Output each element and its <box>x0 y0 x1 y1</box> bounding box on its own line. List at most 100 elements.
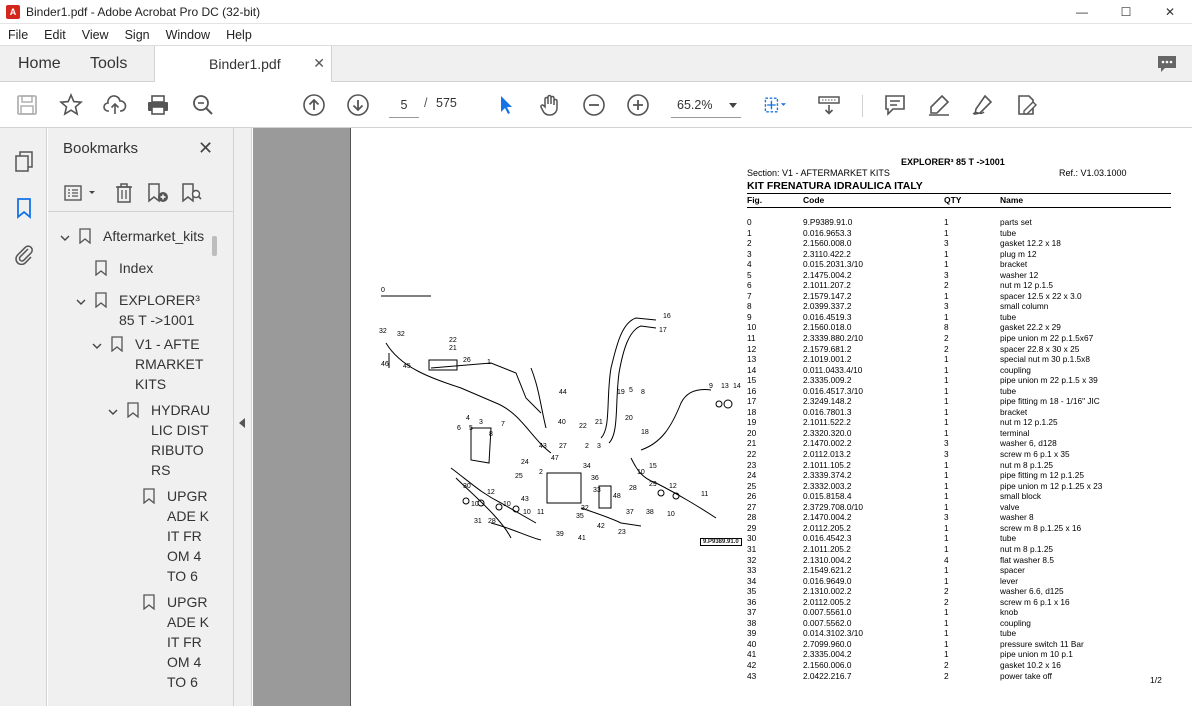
part-code: 2.3332.003.2 <box>803 480 852 491</box>
zoom-out-icon[interactable] <box>582 93 606 117</box>
highlight-pen-icon[interactable] <box>927 93 951 117</box>
part-qty: 1 <box>944 470 949 481</box>
find-bookmark-icon[interactable] <box>180 181 204 205</box>
col-qty: QTY <box>944 195 962 205</box>
upload-cloud-icon[interactable] <box>103 93 127 117</box>
menu-view[interactable]: View <box>74 28 117 42</box>
part-name: pipe union m 10 p.1 <box>1000 649 1073 660</box>
page-separator: / <box>424 96 428 110</box>
panel-collapse-handle[interactable] <box>234 128 252 706</box>
svg-text:38: 38 <box>646 509 654 516</box>
title-bar: A Binder1.pdf - Adobe Acrobat Pro DC (32… <box>0 0 1192 24</box>
tab-home[interactable]: Home <box>18 46 61 82</box>
hand-tool-icon[interactable] <box>538 93 562 117</box>
part-qty: 2 <box>944 596 949 607</box>
bookmark-aftermarket-kits[interactable]: Aftermarket_kits <box>103 226 213 246</box>
svg-text:42: 42 <box>597 523 605 530</box>
table-row: 32 2.1310.004.2 4 flat washer 8.5 <box>747 555 1177 566</box>
part-qty: 1 <box>944 406 949 417</box>
print-icon[interactable] <box>146 93 170 117</box>
bookmark-icon <box>143 488 155 504</box>
zoom-search-icon[interactable] <box>191 93 215 117</box>
zoom-level-select[interactable]: 65.2% <box>671 92 741 118</box>
bookmark-upgrade-kit-2[interactable]: UPGRADE KIT FROM 4 TO 6 <box>167 592 211 692</box>
fill-sign-icon[interactable] <box>1014 93 1038 117</box>
part-qty: 1 <box>944 491 949 502</box>
page-number-input[interactable]: 5 <box>389 92 419 118</box>
part-code: 2.1470.004.2 <box>803 512 852 523</box>
part-fig: 41 <box>747 649 757 660</box>
new-bookmark-icon[interactable] <box>146 181 170 205</box>
part-name: pipe union m 22 p.1.5 x 39 <box>1000 375 1098 386</box>
scroll-mode-icon[interactable] <box>817 93 841 117</box>
part-name: tube <box>1000 385 1017 396</box>
part-name: screw m 6 p.1 x 16 <box>1000 596 1070 607</box>
menu-sign[interactable]: Sign <box>117 28 158 42</box>
scrollbar-thumb[interactable] <box>212 236 217 256</box>
fit-page-icon[interactable] <box>762 93 786 117</box>
bookmark-icon <box>127 402 139 418</box>
next-page-icon[interactable] <box>346 93 370 117</box>
col-name: Name <box>1000 195 1024 205</box>
bookmark-v1-aftermarket-kits[interactable]: V1 - AFTERMARKET KITS <box>135 334 209 394</box>
table-row: 33 2.1549.621.2 1 spacer <box>747 565 1177 576</box>
svg-text:30: 30 <box>463 483 471 490</box>
page-thumbnails-icon[interactable] <box>12 149 36 173</box>
bookmark-upgrade-kit-1[interactable]: UPGRADE KIT FROM 4 TO 6 <box>167 486 211 586</box>
part-name: screw m 8 p.1.25 x 16 <box>1000 522 1082 533</box>
draw-sign-icon[interactable] <box>971 93 995 117</box>
comment-bubble-icon[interactable] <box>1156 54 1178 74</box>
part-code: 2.0112.013.2 <box>803 449 851 460</box>
comment-icon[interactable] <box>883 93 907 117</box>
tab-document[interactable]: Binder1.pdf ✕ <box>154 46 332 83</box>
close-window-button[interactable]: ✕ <box>1148 0 1192 24</box>
chevron-down-icon[interactable] <box>60 233 70 243</box>
part-code: 0.007.5561.0 <box>803 607 852 618</box>
close-panel-icon[interactable]: ✕ <box>198 138 213 159</box>
chevron-down-icon[interactable] <box>92 341 102 351</box>
part-fig: 37 <box>747 607 757 618</box>
delete-bookmark-icon[interactable] <box>112 181 136 205</box>
part-qty: 2 <box>944 659 949 670</box>
table-row: 7 2.1579.147.2 1 spacer 12.5 x 22 x 3.0 <box>747 291 1177 302</box>
minimize-button[interactable]: — <box>1060 0 1104 24</box>
close-tab-icon[interactable]: ✕ <box>313 55 325 72</box>
part-fig: 38 <box>747 617 757 628</box>
previous-page-icon[interactable] <box>302 93 326 117</box>
part-code: 2.3110.422.2 <box>803 248 851 259</box>
part-name: bracket <box>1000 406 1028 417</box>
menu-window[interactable]: Window <box>158 28 218 42</box>
tab-tools[interactable]: Tools <box>90 46 127 82</box>
part-qty: 3 <box>944 512 949 523</box>
attachments-paperclip-icon[interactable] <box>12 242 36 266</box>
chevron-down-icon[interactable] <box>108 407 118 417</box>
part-code: 9.P9389.91.0 <box>803 217 853 227</box>
bookmark-options-icon[interactable] <box>62 181 100 205</box>
bookmark-explorer-85t[interactable]: EXPLORER³ 85 T ->1001 <box>119 290 211 330</box>
part-qty: 1 <box>944 417 949 428</box>
svg-text:26: 26 <box>463 357 471 364</box>
zoom-in-icon[interactable] <box>626 93 650 117</box>
svg-text:28: 28 <box>488 518 496 525</box>
maximize-button[interactable]: ☐ <box>1104 0 1148 24</box>
select-cursor-icon[interactable] <box>494 93 518 117</box>
part-fig: 43 <box>747 670 757 681</box>
document-background <box>253 128 350 706</box>
save-icon[interactable] <box>15 93 39 117</box>
part-name: washer 12 <box>1000 269 1039 280</box>
bookmarks-scrollbar[interactable] <box>210 220 220 706</box>
menu-file[interactable]: File <box>0 28 36 42</box>
chevron-down-icon[interactable] <box>76 297 86 307</box>
menu-edit[interactable]: Edit <box>36 28 74 42</box>
part-name: parts set <box>1000 217 1032 227</box>
bookmark-star-icon[interactable] <box>59 93 83 117</box>
bookmark-index[interactable]: Index <box>119 258 209 278</box>
menu-help[interactable]: Help <box>218 28 260 42</box>
bookmark-hydraulic-distributors[interactable]: HYDRAULIC DISTRIBUTORS <box>151 400 211 480</box>
part-code: 2.1579.681.2 <box>803 343 852 354</box>
bookmarks-panel-icon[interactable] <box>12 196 36 220</box>
part-qty: 1 <box>944 607 949 618</box>
svg-text:5: 5 <box>469 425 473 432</box>
part-name: spacer <box>1000 565 1025 576</box>
navigation-rail <box>0 128 47 706</box>
